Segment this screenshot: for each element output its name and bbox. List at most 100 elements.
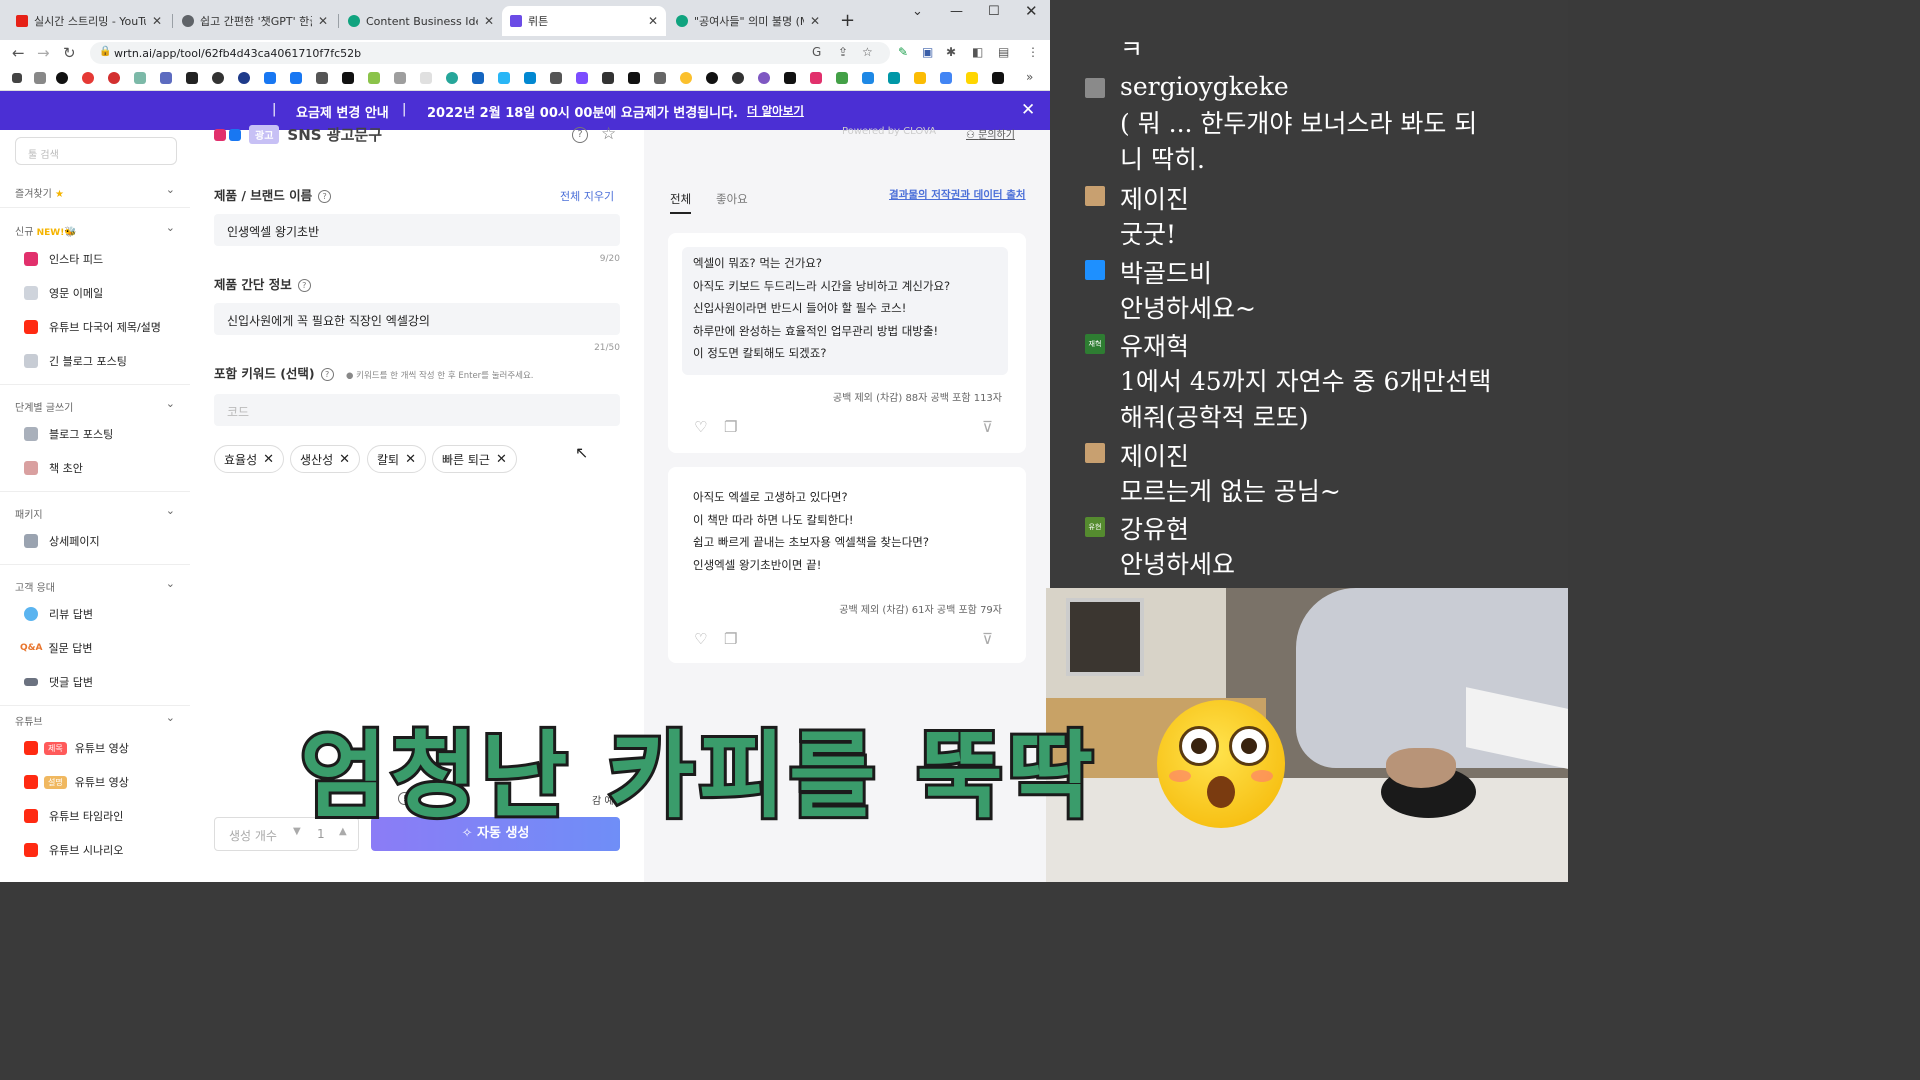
sidebar-item-youtube-timeline[interactable]: 유튜브 타임라인 [24,808,123,824]
sidebar-item-english-email[interactable]: 영문 이메일 [24,285,103,301]
puzzle-icon[interactable]: ✱ [946,45,956,59]
bookmark-icon[interactable] [186,72,198,84]
heart-icon[interactable]: ♡ [694,630,707,648]
tab-all[interactable]: 전체 [670,191,692,214]
tab-chatgpt[interactable]: "공여사들" 의미 불명 (Me ✕ [668,6,828,36]
minimize-button[interactable]: — [950,4,963,19]
keyword-chip[interactable]: 빠른 퇴근 ✕ [432,445,517,473]
bookmark-icon[interactable] [628,72,640,84]
pinterest-icon[interactable] [108,72,120,84]
section-step-writing[interactable]: 단계별 글쓰기 ⌄ [15,397,175,414]
sidebar-item-detail-page[interactable]: 상세페이지 [24,533,100,549]
instagram-icon[interactable] [810,72,822,84]
extension-icon[interactable]: ✎ [898,45,908,59]
close-icon[interactable]: ✕ [318,14,328,28]
close-icon[interactable]: ✕ [263,452,274,467]
tool-search-input[interactable]: 툴 검색 [15,137,177,165]
more-bookmarks-icon[interactable]: » [1026,70,1033,84]
section-customer-support[interactable]: 고객 응대 ⌄ [15,577,175,594]
bookmark-icon[interactable] [160,72,172,84]
copy-icon[interactable]: ❐ [724,418,737,436]
bookmark-icon[interactable] [368,72,380,84]
help-icon[interactable]: ? [318,190,332,203]
thumbs-down-icon[interactable]: ⊽ [982,630,993,648]
close-icon[interactable]: ✕ [648,14,658,28]
bookmark-icon[interactable] [34,72,46,84]
bookmark-icon[interactable] [862,72,874,84]
meta-icon[interactable] [290,72,302,84]
sidebar-item-youtube-scenario[interactable]: 유튜브 시나리오 [24,842,123,858]
result-text[interactable]: 아직도 엑셀로 고생하고 있다면? 이 책만 따라 하면 나도 칼퇴한다! 쉽고… [682,481,1008,585]
tab-youtube[interactable]: 실시간 스트리밍 - YouTub ✕ [8,6,170,36]
bookmark-icon[interactable] [82,72,94,84]
section-favorites[interactable]: 즐겨찾기 ★ ⌄ [15,183,175,200]
apps-icon[interactable] [12,73,22,83]
bookmark-icon[interactable] [966,72,978,84]
sidebar-item-long-blog[interactable]: 긴 블로그 포스팅 [24,353,127,369]
result-text[interactable]: 엑셀이 뭐죠? 먹는 건가요? 아직도 키보드 두드리느라 시간을 낭비하고 계… [682,247,1008,375]
heart-icon[interactable]: ♡ [694,418,707,436]
banner-learn-more-link[interactable]: 더 알아보기 [747,103,804,119]
bookmark-icon[interactable] [706,72,718,84]
close-icon[interactable]: ✕ [810,14,820,28]
maximize-button[interactable]: ☐ [988,4,1000,19]
copyright-link[interactable]: 결과물의 저작권과 데이터 출처 [889,187,1026,202]
sidebar-item-comment-reply[interactable]: 댓글 답변 [24,674,93,690]
copy-icon[interactable]: ❐ [724,630,737,648]
sidebar-item-youtube-multilang[interactable]: 유튜브 다국어 제목/설명 [24,319,161,335]
bookmark-icon[interactable] [602,72,614,84]
section-youtube[interactable]: 유튜브 ⌄ [15,711,175,728]
bookmark-icon[interactable] [420,72,432,84]
bookmark-icon[interactable] [56,72,68,84]
bookmark-icon[interactable] [732,72,744,84]
keyword-chip[interactable]: 생산성 ✕ [290,445,361,473]
keyword-input[interactable]: 코드 [214,394,620,426]
back-icon[interactable]: ← [12,44,25,62]
clear-all-button[interactable]: 전체 지우기 [560,188,614,204]
star-icon[interactable]: ☆ [601,124,616,144]
bookmark-icon[interactable] [524,72,536,84]
bookmark-icon[interactable] [654,72,666,84]
sidebar-item-review-reply[interactable]: 리뷰 답변 [24,606,93,622]
tab-content-ideas[interactable]: Content Business Ideas ✕ [340,6,502,36]
tab-likes[interactable]: 좋아요 [716,191,748,207]
tab-search-icon[interactable]: ⌄ [912,4,923,19]
sidepanel-icon[interactable]: ◧ [972,45,983,59]
close-icon[interactable]: ✕ [339,452,350,467]
bookmark-icon[interactable] [888,72,900,84]
bookmark-icon[interactable] [992,72,1004,84]
product-info-input[interactable]: 신입사원에게 꼭 필요한 직장인 엑셀강의 [214,303,620,335]
tab-wrtn[interactable]: 뤼튼 ✕ [502,6,666,36]
extension-icon[interactable]: ▤ [998,45,1009,59]
url-field[interactable]: 🔒 wrtn.ai/app/tool/62fb4d43ca4061710f7fc… [90,42,890,64]
bookmark-icon[interactable] [134,72,146,84]
google-icon[interactable]: G [812,45,821,59]
bookmark-icon[interactable] [836,72,848,84]
section-new[interactable]: 신규 NEW!🐝 ⌄ [15,221,175,238]
help-icon[interactable]: ? [572,127,588,143]
bookmark-icon[interactable] [394,72,406,84]
help-icon[interactable]: ? [320,368,334,381]
new-tab-button[interactable]: + [840,10,855,31]
bookmark-icon[interactable] [914,72,926,84]
bookmark-icon[interactable] [446,72,458,84]
close-icon[interactable]: ✕ [1021,100,1035,120]
bookmark-icon[interactable] [680,72,692,84]
keyword-chip[interactable]: 칼퇴 ✕ [367,445,426,473]
menu-icon[interactable]: ⋮ [1027,45,1039,59]
bookmark-icon[interactable] [576,72,588,84]
meta-icon[interactable] [264,72,276,84]
extension-icon[interactable]: ▣ [922,45,933,59]
keyword-chip[interactable]: 효율성 ✕ [214,445,285,473]
sidebar-item-insta-feed[interactable]: 인스타 피드 [24,251,103,267]
close-icon[interactable]: ✕ [496,452,507,467]
star-icon[interactable]: ☆ [862,45,873,59]
close-icon[interactable]: ✕ [152,14,162,28]
bookmark-icon[interactable] [940,72,952,84]
close-icon[interactable]: ✕ [484,14,494,28]
brand-name-input[interactable]: 인생엑셀 왕기초반 [214,214,620,246]
close-window-button[interactable]: ✕ [1025,2,1038,20]
sidebar-item-youtube-description[interactable]: 설명 유튜브 영상 [24,774,129,790]
slack-icon[interactable] [342,72,354,84]
thumbs-down-icon[interactable]: ⊽ [982,418,993,436]
